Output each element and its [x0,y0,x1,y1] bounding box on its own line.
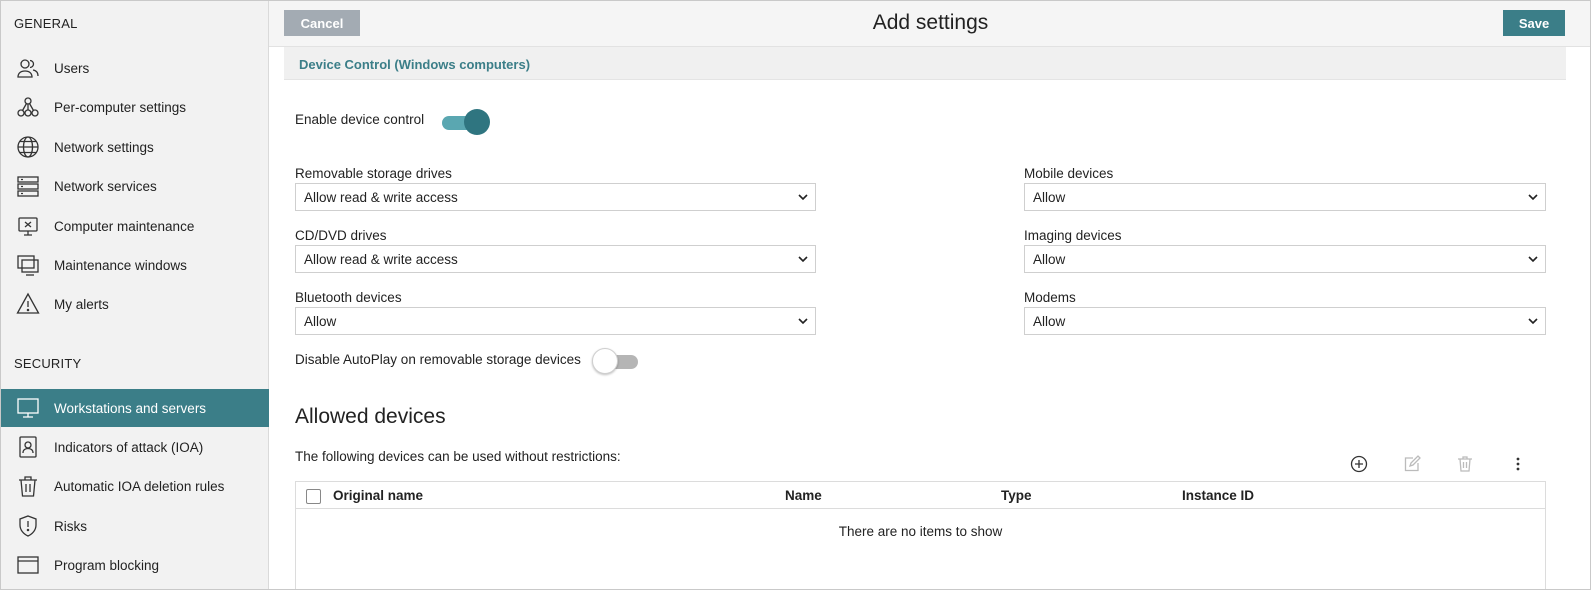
chevron-down-icon [798,256,808,263]
disable-autoplay-toggle[interactable] [592,348,640,374]
imaging-devices-select[interactable]: Allow [1024,245,1546,273]
toggle-knob [464,109,490,135]
modems-label: Modems [1024,290,1076,305]
select-all-checkbox[interactable] [306,489,321,504]
sidebar-item-label: Computer maintenance [54,218,195,234]
bluetooth-select[interactable]: Allow [295,307,816,335]
modems-select[interactable]: Allow [1024,307,1546,335]
sidebar-item-label: Automatic IOA deletion rules [54,478,225,494]
imaging-devices-label: Imaging devices [1024,228,1122,243]
chevron-down-icon [798,318,808,325]
chevron-down-icon [1528,194,1538,201]
device-control-section-header: Device Control (Windows computers) [284,47,1566,80]
security-section-title: SECURITY [14,356,82,371]
sidebar-item-automatic-ioa-deletion-rules[interactable]: Automatic IOA deletion rules [1,467,269,505]
autoplay-label: Disable AutoPlay on removable storage de… [295,352,581,367]
app-window: GENERAL Users Per-computer settings Netw… [0,0,1591,590]
section-title: Device Control (Windows computers) [299,57,531,72]
sidebar-item-label: Network settings [54,139,154,155]
removable-storage-select[interactable]: Allow read & write access [295,183,816,211]
chevron-down-icon [1528,318,1538,325]
page-title: Add settings [872,11,989,34]
sidebar-item-label: Maintenance windows [54,257,187,273]
header-bar: Add settings Cancel Save [269,1,1590,47]
cd-dvd-label: CD/DVD drives [295,228,387,243]
edit-icon[interactable] [1401,453,1423,475]
sidebar-item-label: Network services [54,178,157,194]
sidebar-item-network-settings[interactable]: Network settings [1,128,269,166]
window-icon [14,551,42,579]
users-icon [14,54,42,82]
more-options-icon[interactable] [1507,453,1529,475]
mobile-devices-label: Mobile devices [1024,166,1114,181]
hierarchy-icon [14,93,42,121]
sidebar-item-risks[interactable]: Risks [1,507,269,545]
trash-icon [14,472,42,500]
chevron-down-icon [1528,256,1538,263]
delete-icon[interactable] [1454,453,1476,475]
column-header-instance-id[interactable]: Instance ID [1182,488,1254,503]
bluetooth-label: Bluetooth devices [295,290,402,305]
sidebar-item-label: Workstations and servers [54,400,207,416]
warning-icon [14,290,42,318]
empty-table-message: There are no items to show [838,524,1003,539]
sidebar-item-users[interactable]: Users [1,49,269,87]
allowed-devices-description: The following devices can be used withou… [295,449,621,464]
sidebar-item-label: Program blocking [54,557,160,573]
cd-dvd-select[interactable]: Allow read & write access [295,245,816,273]
column-header-type[interactable]: Type [1001,488,1032,503]
sidebar-item-indicators-of-attack[interactable]: Indicators of attack (IOA) [1,428,269,466]
removable-storage-label: Removable storage drives [295,166,452,181]
sidebar-item-my-alerts[interactable]: My alerts [1,285,269,323]
desktop-icon [14,394,42,422]
select-value: Allow [1033,251,1066,267]
sidebar-item-per-computer-settings[interactable]: Per-computer settings [1,88,269,126]
sidebar-item-label: Indicators of attack (IOA) [54,439,204,455]
server-icon [14,172,42,200]
shield-alert-icon [14,512,42,540]
column-header-name[interactable]: Name [785,488,822,503]
toggle-knob [592,348,618,374]
save-button[interactable]: Save [1503,10,1565,36]
sidebar-item-computer-maintenance[interactable]: Computer maintenance [1,207,269,245]
person-badge-icon [14,433,42,461]
main-content: Device Control (Windows computers) Enabl… [284,47,1566,589]
allowed-devices-table: Original name Name Type Instance ID Ther… [295,481,1546,589]
table-header: Original name Name Type Instance ID [296,482,1545,509]
cancel-button[interactable]: Cancel [284,10,360,36]
windows-stack-icon [14,251,42,279]
allowed-devices-heading: Allowed devices [295,405,446,428]
sidebar-item-label: Users [54,60,90,76]
sidebar-item-label: Per-computer settings [54,99,187,115]
sidebar-item-network-services[interactable]: Network services [1,167,269,205]
add-icon[interactable] [1348,453,1370,475]
sidebar-item-program-blocking[interactable]: Program blocking [1,546,269,584]
general-section-title: GENERAL [14,16,78,31]
select-value: Allow read & write access [304,251,458,267]
globe-icon [14,133,42,161]
sidebar: GENERAL Users Per-computer settings Netw… [1,1,269,589]
sidebar-item-label: Risks [54,518,87,534]
enable-device-control-toggle[interactable] [442,109,490,135]
select-value: Allow read & write access [304,189,458,205]
sidebar-item-maintenance-windows[interactable]: Maintenance windows [1,246,269,284]
sidebar-item-workstations-and-servers[interactable]: Workstations and servers [1,389,269,427]
chevron-down-icon [798,194,808,201]
monitor-x-icon [14,212,42,240]
select-value: Allow [1033,189,1066,205]
select-value: Allow [1033,313,1066,329]
mobile-devices-select[interactable]: Allow [1024,183,1546,211]
enable-device-control-label: Enable device control [295,112,425,127]
column-header-original-name[interactable]: Original name [333,488,423,503]
sidebar-item-label: My alerts [54,296,109,312]
select-value: Allow [304,313,337,329]
